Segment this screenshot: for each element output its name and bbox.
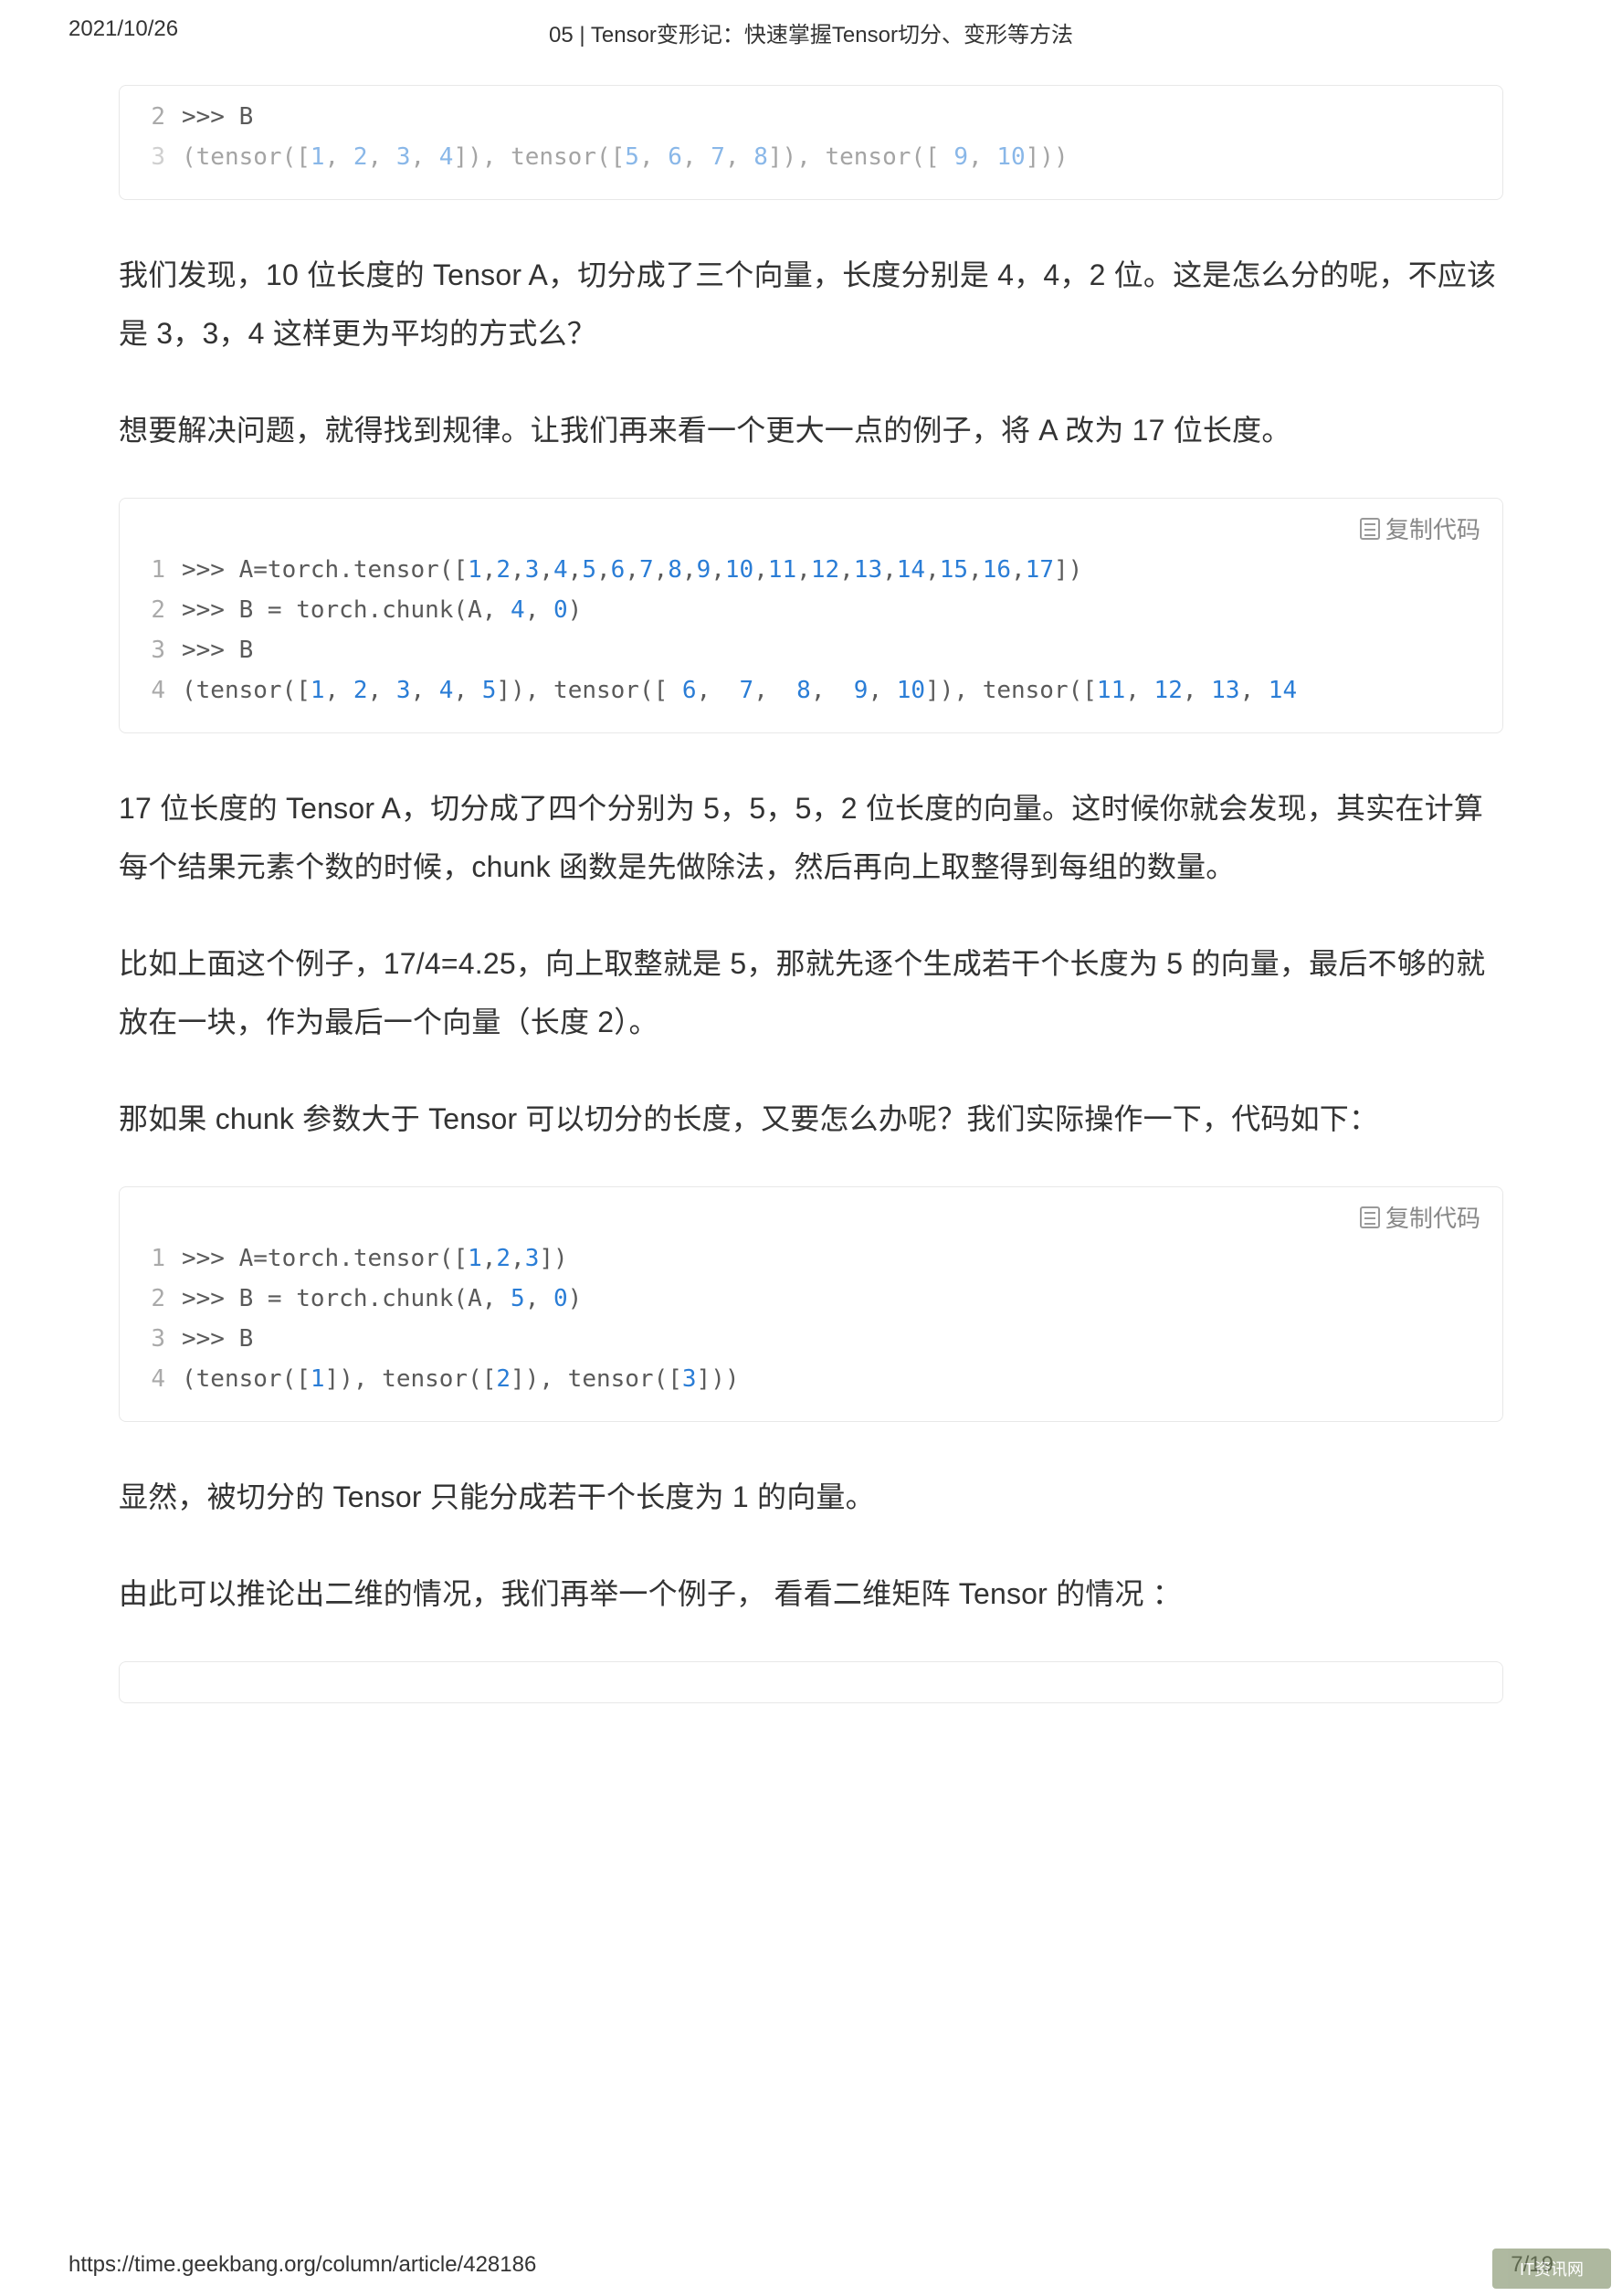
line-number: 3 [147,630,182,670]
code-line: 1>>> A=torch.tensor([1,2,3]) [147,1238,1475,1279]
code-text: >>> B [182,630,253,670]
line-number: 3 [147,1319,182,1359]
copy-label: 复制代码 [1385,1200,1480,1234]
paragraph: 想要解决问题，就得找到规律。让我们再来看一个更大一点的例子，将 A 改为 17 … [119,401,1503,459]
line-number: 1 [147,1238,182,1279]
code-text: >>> B [182,97,253,137]
page-header: 2021/10/26 05 | Tensor变形记：快速掌握Tensor切分、变… [0,0,1622,58]
line-number: 4 [147,1359,182,1399]
code-text: >>> B = torch.chunk(A, 5, 0) [182,1279,582,1319]
code-block-4 [119,1661,1503,1703]
paragraph: 由此可以推论出二维的情况，我们再举一个例子， 看看二维矩阵 Tensor 的情况… [119,1564,1503,1623]
copy-code-button[interactable]: 复制代码 [1360,1200,1480,1234]
watermark: IT资讯网 [1492,2249,1611,2289]
line-number: 2 [147,1279,182,1319]
code-lines: 1>>> A=torch.tensor([1,2,3,4,5,6,7,8,9,1… [147,550,1475,711]
code-line: 2>>> B [147,97,1475,137]
code-text: >>> A=torch.tensor([1,2,3,4,5,6,7,8,9,10… [182,550,1082,590]
code-block-3: 复制代码 1>>> A=torch.tensor([1,2,3])2>>> B … [119,1186,1503,1422]
code-text: (tensor([1, 2, 3, 4]), tensor([5, 6, 7, … [182,137,1069,177]
code-line: 4(tensor([1]), tensor([2]), tensor([3])) [147,1359,1475,1399]
header-date: 2021/10/26 [68,16,342,48]
paragraph: 那如果 chunk 参数大于 Tensor 可以切分的长度，又要怎么办呢？我们实… [119,1090,1503,1148]
code-lines: 1>>> A=torch.tensor([1,2,3])2>>> B = tor… [147,1238,1475,1399]
page-footer: https://time.geekbang.org/column/article… [0,2252,1622,2278]
code-line: 1>>> A=torch.tensor([1,2,3,4,5,6,7,8,9,1… [147,550,1475,590]
copy-icon [1360,518,1380,540]
copy-icon [1360,1206,1380,1228]
code-text: (tensor([1]), tensor([2]), tensor([3])) [182,1359,740,1399]
code-block-1: 2>>> B3(tensor([1, 2, 3, 4]), tensor([5,… [119,85,1503,200]
copy-code-button[interactable]: 复制代码 [1360,511,1480,545]
line-number: 2 [147,97,182,137]
code-text: >>> B [182,1319,253,1359]
copy-label: 复制代码 [1385,511,1480,545]
main-content: 2>>> B3(tensor([1, 2, 3, 4]), tensor([5,… [0,85,1622,1703]
code-text: >>> A=torch.tensor([1,2,3]) [182,1238,568,1279]
footer-url: https://time.geekbang.org/column/article… [68,2252,536,2278]
code-line: 3(tensor([1, 2, 3, 4]), tensor([5, 6, 7,… [147,137,1475,177]
paragraph: 17 位长度的 Tensor A，切分成了四个分别为 5，5，5，2 位长度的向… [119,779,1503,896]
code-text: (tensor([1, 2, 3, 4, 5]), tensor([ 6, 7,… [182,670,1297,711]
code-line: 2>>> B = torch.chunk(A, 4, 0) [147,590,1475,630]
line-number: 3 [147,137,182,177]
code-line: 3>>> B [147,1319,1475,1359]
line-number: 2 [147,590,182,630]
paragraph: 显然，被切分的 Tensor 只能分成若干个长度为 1 的向量。 [119,1468,1503,1526]
paragraph: 比如上面这个例子，17/4=4.25，向上取整就是 5，那就先逐个生成若干个长度… [119,934,1503,1051]
paragraph: 我们发现，10 位长度的 Tensor A，切分成了三个向量，长度分别是 4，4… [119,246,1503,363]
code-line: 3>>> B [147,630,1475,670]
code-block-2: 复制代码 1>>> A=torch.tensor([1,2,3,4,5,6,7,… [119,498,1503,733]
code-text: >>> B = torch.chunk(A, 4, 0) [182,590,582,630]
code-line: 4(tensor([1, 2, 3, 4, 5]), tensor([ 6, 7… [147,670,1475,711]
code-lines: 2>>> B3(tensor([1, 2, 3, 4]), tensor([5,… [147,97,1475,177]
line-number: 1 [147,550,182,590]
header-title: 05 | Tensor变形记：快速掌握Tensor切分、变形等方法 [342,16,1280,48]
code-line: 2>>> B = torch.chunk(A, 5, 0) [147,1279,1475,1319]
line-number: 4 [147,670,182,711]
